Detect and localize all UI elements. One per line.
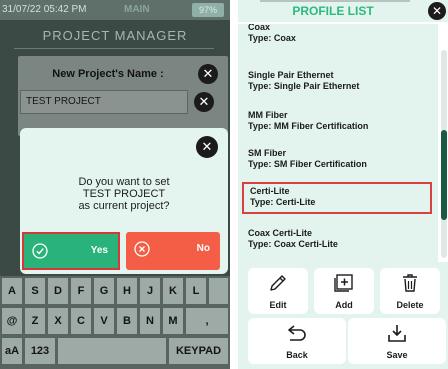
key-g[interactable]: G — [94, 278, 114, 304]
delete-label: Delete — [396, 300, 424, 310]
profile-name: SM Fiber — [248, 148, 287, 158]
list-item[interactable]: SM Fiber Type: SM Fiber Certification — [248, 148, 428, 170]
save-label: Save — [386, 350, 408, 360]
add-square-icon — [334, 274, 353, 292]
no-label: No — [196, 243, 210, 254]
key-z[interactable]: Z — [25, 308, 45, 334]
profile-type: Type: Certi-Lite — [250, 197, 316, 207]
profile-name: Coax — [248, 24, 271, 32]
scrollbar[interactable] — [441, 50, 447, 258]
no-button[interactable]: No — [126, 232, 220, 270]
back-label: Back — [286, 350, 308, 360]
yes-button[interactable]: Yes — [22, 232, 120, 270]
key-at[interactable]: @ — [2, 308, 22, 334]
key-s[interactable]: S — [25, 278, 45, 304]
key-d[interactable]: D — [48, 278, 68, 304]
back-button[interactable]: Back — [248, 318, 346, 364]
profile-list-screen: PROFILE LIST ✕ Coax Type: Coax Single Pa… — [238, 0, 448, 369]
key-j[interactable]: J — [140, 278, 160, 304]
page-title: PROJECT MANAGER — [42, 28, 188, 43]
project-name-input[interactable]: TEST PROJECT — [20, 90, 188, 114]
yes-label: Yes — [90, 245, 108, 256]
x-circle-icon — [134, 241, 150, 257]
confirm-question: Do you want to set TEST PROJECT as curre… — [20, 176, 228, 212]
new-project-name-dialog: New Project's Name : ✕ TEST PROJECT ✕ — [18, 56, 228, 136]
scroll-thumb[interactable] — [441, 130, 447, 220]
key-keypad[interactable]: KEYPAD — [169, 338, 228, 364]
header-edge — [260, 0, 410, 2]
close-icon[interactable]: ✕ — [196, 136, 218, 158]
back-arrow-icon — [288, 325, 306, 341]
edit-button[interactable]: Edit — [248, 268, 308, 314]
save-button[interactable]: Save — [348, 318, 446, 364]
profile-type: Type: MM Fiber Certification — [248, 121, 369, 131]
close-icon[interactable]: ✕ — [428, 2, 446, 20]
profile-name: Single Pair Ethernet — [248, 70, 334, 80]
profile-actions: Edit Add Delete Back Save — [238, 262, 448, 369]
profile-list-title: PROFILE LIST — [292, 4, 374, 18]
key-m[interactable]: M — [163, 308, 183, 334]
key-comma[interactable]: , — [186, 308, 228, 334]
list-item-selected[interactable]: Certi-Lite Type: Certi-Lite — [242, 182, 432, 214]
key-123[interactable]: 123 — [25, 338, 55, 364]
close-icon[interactable]: ✕ — [198, 64, 218, 84]
check-circle-icon — [32, 243, 48, 259]
key-k[interactable]: K — [163, 278, 183, 304]
key-blank[interactable] — [209, 278, 228, 304]
profile-list: Coax Type: Coax Single Pair Ethernet Typ… — [238, 24, 438, 262]
status-time: 31/07/22 05:42 PM — [2, 4, 87, 15]
key-space[interactable] — [58, 338, 166, 364]
question-line-2: TEST PROJECT — [82, 188, 166, 200]
pencil-icon — [270, 275, 286, 291]
question-line-1: Do you want to set — [78, 176, 170, 188]
add-button[interactable]: Add — [314, 268, 374, 314]
status-mode: MAIN — [124, 4, 150, 15]
key-shift[interactable]: aA — [2, 338, 22, 364]
status-bar: 31/07/22 05:42 PM MAIN 97% — [0, 0, 230, 20]
key-x[interactable]: X — [48, 308, 68, 334]
key-f[interactable]: F — [71, 278, 91, 304]
add-label: Add — [335, 300, 353, 310]
battery-badge: 97% — [192, 3, 224, 17]
key-b[interactable]: B — [117, 308, 137, 334]
question-line-3: as current project? — [78, 200, 170, 212]
profile-type: Type: Single Pair Ethernet — [248, 81, 360, 91]
title-divider — [14, 48, 214, 49]
key-a[interactable]: A — [2, 278, 22, 304]
profile-name: Coax Certi-Lite — [248, 228, 313, 238]
project-name-label: New Project's Name : — [52, 68, 164, 80]
trash-icon — [403, 274, 417, 292]
list-item[interactable]: Single Pair Ethernet Type: Single Pair E… — [248, 70, 428, 92]
delete-button[interactable]: Delete — [380, 268, 440, 314]
list-item[interactable]: Coax Certi-Lite Type: Coax Certi-Lite — [248, 228, 428, 250]
key-h[interactable]: H — [117, 278, 137, 304]
project-manager-screen: 31/07/22 05:42 PM MAIN 97% PROJECT MANAG… — [0, 0, 230, 369]
download-icon — [388, 325, 406, 342]
list-item[interactable]: Coax Type: Coax — [248, 24, 428, 44]
profile-name: Certi-Lite — [250, 186, 290, 196]
key-n[interactable]: N — [140, 308, 160, 334]
profile-type: Type: Coax — [248, 33, 296, 43]
clear-icon[interactable]: ✕ — [194, 92, 214, 112]
on-screen-keyboard: A S D F G H J K L @ Z X C V B N M , aA 1… — [0, 276, 230, 369]
key-v[interactable]: V — [94, 308, 114, 334]
profile-list-header: PROFILE LIST ✕ — [238, 0, 448, 22]
edit-label: Edit — [269, 300, 287, 310]
key-l[interactable]: L — [186, 278, 206, 304]
key-c[interactable]: C — [71, 308, 91, 334]
profile-type: Type: Coax Certi-Lite — [248, 239, 338, 249]
profile-type: Type: SM Fiber Certification — [248, 159, 367, 169]
set-current-project-dialog: ✕ Do you want to set TEST PROJECT as cur… — [20, 128, 228, 274]
list-item[interactable]: MM Fiber Type: MM Fiber Certification — [248, 110, 428, 132]
profile-name: MM Fiber — [248, 110, 288, 120]
